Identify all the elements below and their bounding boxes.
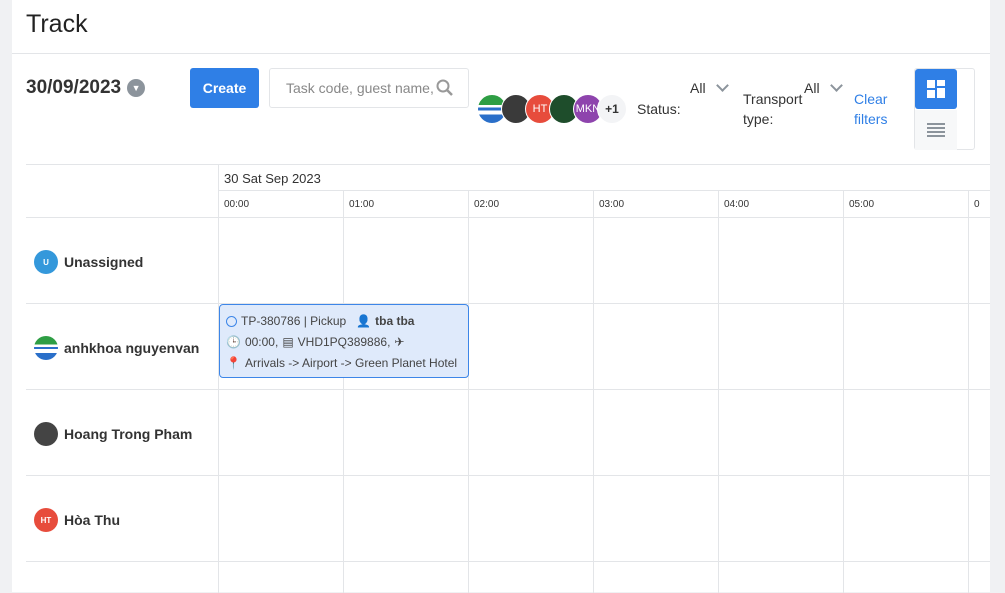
hour-label: 00:00 <box>218 191 343 217</box>
hour-label: 02:00 <box>468 191 593 217</box>
ticket-icon: ▤ <box>282 335 294 349</box>
resource-row: HT Hòa Thu <box>26 475 990 561</box>
task-card[interactable]: TP-380786 | Pickup 👤 tba tba 🕒 00:00, ▤ VHD1P… <box>219 304 469 378</box>
more-avatars[interactable]: +1 <box>597 94 627 124</box>
list-view-button[interactable] <box>915 110 957 150</box>
page-title: Track <box>26 10 88 38</box>
clock-icon: 🕒 <box>226 335 241 349</box>
location-pin-icon: 📍 <box>226 356 241 370</box>
status-value: All <box>690 80 706 96</box>
resource-name: Unassigned <box>64 254 144 270</box>
status-circle-icon <box>226 316 237 327</box>
timeline-grid: 30 Sat Sep 2023 00:00 01:00 02:00 03:00 … <box>26 164 990 593</box>
search-icon[interactable] <box>436 79 454 97</box>
chevron-down-icon <box>829 79 843 92</box>
task-code: TP-380786 | Pickup <box>241 314 347 328</box>
hour-label: 01:00 <box>343 191 468 217</box>
hour-label: 05:00 <box>843 191 968 217</box>
search-input[interactable] <box>286 80 436 96</box>
create-button[interactable]: Create <box>190 68 259 108</box>
status-label: Status: <box>637 101 681 117</box>
search-box[interactable] <box>269 68 469 108</box>
view-toggle <box>914 68 975 150</box>
assignee-avatars: HT MKN +1 <box>477 94 627 124</box>
resource-name: Hoang Trong Pham <box>64 426 193 442</box>
resource-name: anhkhoa nguyenvan <box>64 340 200 356</box>
hour-label: 04:00 <box>718 191 843 217</box>
hour-label: 0 <box>968 191 990 217</box>
main-panel: Track 30/09/2023 ▼ Create HT MKN +1 Statu… <box>12 0 990 593</box>
date-header: 30 Sat Sep 2023 <box>218 165 990 191</box>
task-route: Arrivals -> Airport -> Green Planet Hote… <box>244 356 458 370</box>
guest-name: tba tba <box>375 314 415 328</box>
task-time: 00:00, <box>244 335 279 349</box>
transport-value: All <box>804 80 820 96</box>
clear-filters-link[interactable]: Clear filters <box>854 89 904 129</box>
grid-view-button[interactable] <box>915 69 957 109</box>
flight-code: VHD1PQ389886, <box>297 335 391 349</box>
resource-name: Hòa Thu <box>64 512 120 528</box>
avatar: U <box>34 250 58 274</box>
status-select[interactable]: All <box>690 79 729 96</box>
transport-select[interactable]: All <box>804 79 843 96</box>
avatar <box>34 336 58 360</box>
date-picker[interactable]: 30/09/2023 ▼ <box>26 77 146 99</box>
chevron-down-icon[interactable]: ▼ <box>127 79 146 97</box>
chevron-down-icon <box>715 79 729 92</box>
resource-row: anhkhoa nguyenvan <box>26 303 990 389</box>
date-value: 30/09/2023 <box>26 77 122 98</box>
dashboard-icon <box>927 80 945 98</box>
resource-row: U Unassigned <box>26 217 990 303</box>
hour-label: 03:00 <box>593 191 718 217</box>
plane-icon: ✈ <box>394 335 405 349</box>
resource-row: Hoang Trong Pham <box>26 389 990 475</box>
divider <box>12 53 990 54</box>
list-icon <box>927 123 945 137</box>
resource-row <box>26 561 990 593</box>
avatar: HT <box>34 508 58 532</box>
avatar <box>34 422 58 446</box>
user-icon: 👤 <box>356 314 372 328</box>
transport-label: Transport type: <box>743 91 803 127</box>
